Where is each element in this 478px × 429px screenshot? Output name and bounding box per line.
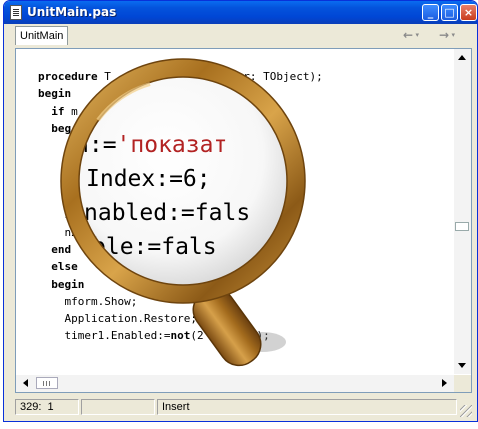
scroll-down-icon[interactable]: [458, 363, 466, 368]
code-text: m ;: [64, 104, 118, 118]
scroll-thumb[interactable]: [455, 222, 469, 231]
minimize-button[interactable]: _: [422, 4, 439, 21]
code-line: n: [38, 191, 72, 205]
document-icon: [10, 5, 22, 20]
keyword: end: [51, 242, 72, 256]
code-line: begin: [38, 276, 448, 293]
code-line: else: [38, 258, 448, 275]
insert-mode: Insert: [157, 399, 457, 415]
horizontal-scrollbar[interactable]: [16, 375, 455, 392]
editor-window: UnitMain.pas _ □ × UnitMain ← ▾ → ▾ proc…: [3, 0, 478, 422]
vertical-scrollbar[interactable]: [454, 49, 471, 374]
code-area[interactable]: procedure T ender: TObject); begin if m …: [38, 68, 448, 378]
code-line: begin: [38, 85, 448, 102]
scroll-thumb[interactable]: [36, 377, 58, 389]
keyword: procedure: [38, 70, 98, 83]
code-line: if m ;: [38, 103, 448, 120]
code-line: end: [38, 241, 448, 258]
arrow-left-icon[interactable]: ← ▾: [403, 28, 425, 43]
code-editor[interactable]: procedure T ender: TObject); begin if m …: [15, 48, 472, 393]
window-title: UnitMain.pas: [27, 5, 117, 19]
title-bar[interactable]: UnitMain.pas _ □ ×: [4, 1, 477, 24]
resize-grip-icon[interactable]: [460, 405, 472, 417]
scroll-right-icon[interactable]: [442, 379, 447, 387]
code-text: (2 Style);: [190, 329, 270, 343]
tab-bar: UnitMain ← ▾ → ▾: [7, 24, 474, 47]
keyword: not: [170, 329, 191, 343]
modified-indicator: [81, 399, 155, 415]
tab-unitmain[interactable]: UnitMain: [15, 26, 69, 45]
code-line: n21.: [38, 225, 91, 239]
code-line: n1: [38, 208, 78, 222]
scrollbar-corner: [454, 375, 471, 392]
code-line: mform.Show;: [38, 294, 138, 308]
scroll-left-icon[interactable]: [23, 379, 28, 387]
keyword: if: [51, 104, 65, 118]
keyword: else: [51, 260, 78, 274]
code-line: procedure T ender: TObject);: [38, 68, 448, 85]
close-button[interactable]: ×: [460, 4, 477, 21]
maximize-button[interactable]: □: [441, 4, 458, 21]
keyword: beg: [51, 121, 72, 135]
keyword: begin: [38, 87, 72, 101]
scroll-up-icon[interactable]: [458, 55, 466, 60]
code-text: T ender: TObject);: [97, 70, 323, 83]
cursor-position: 329: 1: [15, 399, 79, 415]
code-text: timer1.Enabled:=: [38, 329, 171, 343]
keyword: begin: [51, 277, 85, 291]
code-line: beg: [38, 120, 448, 137]
code-line: timer1.Enabled:=not(2 Style);: [38, 327, 448, 344]
status-bar: 329: 1 Insert: [7, 397, 474, 419]
arrow-right-icon[interactable]: → ▾: [439, 28, 461, 43]
code-line: Application.Restore;: [38, 312, 197, 326]
